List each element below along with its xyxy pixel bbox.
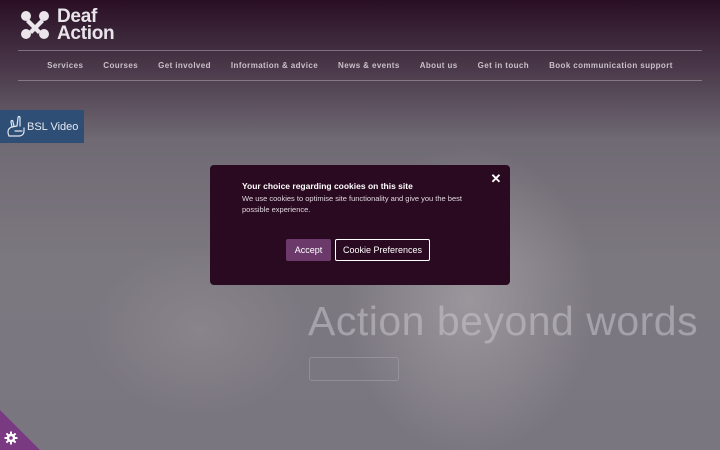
nav-item-get-involved[interactable]: Get involved bbox=[148, 61, 221, 70]
nav-item-services[interactable]: Services bbox=[37, 61, 93, 70]
site-logo[interactable]: Deaf Action bbox=[17, 7, 115, 44]
main-nav: Services Courses Get involved Informatio… bbox=[18, 51, 702, 79]
nav-item-about-us[interactable]: About us bbox=[410, 61, 468, 70]
close-icon[interactable]: ✕ bbox=[490, 172, 502, 185]
nav-item-news-events[interactable]: News & events bbox=[328, 61, 410, 70]
gear-icon[interactable] bbox=[4, 431, 18, 445]
logo-line-2: Action bbox=[57, 23, 115, 44]
hero-title: Action beyond words bbox=[308, 298, 699, 344]
logo-wordmark: Deaf Action bbox=[57, 7, 115, 44]
cookie-dialog-title: Your choice regarding cookies on this si… bbox=[242, 181, 413, 191]
signing-hand-icon bbox=[7, 115, 25, 137]
bsl-video-button[interactable]: BSL Video bbox=[0, 110, 84, 143]
bsl-video-label: BSL Video bbox=[27, 120, 79, 133]
logo-icon bbox=[21, 11, 49, 39]
accept-cookies-button[interactable]: Accept bbox=[286, 239, 331, 261]
hero-button[interactable] bbox=[309, 357, 399, 381]
nav-item-get-in-touch[interactable]: Get in touch bbox=[468, 61, 539, 70]
cookie-preferences-button[interactable]: Cookie Preferences bbox=[335, 239, 430, 261]
nav-item-information-advice[interactable]: Information & advice bbox=[221, 61, 328, 70]
nav-item-book-communication-support[interactable]: Book communication support bbox=[539, 61, 683, 70]
cookie-dialog-text: We use cookies to optimise site function… bbox=[242, 194, 462, 214]
nav-divider-bottom bbox=[18, 80, 702, 81]
cookie-consent-dialog: Your choice regarding cookies on this si… bbox=[210, 165, 510, 285]
nav-item-courses[interactable]: Courses bbox=[93, 61, 148, 70]
